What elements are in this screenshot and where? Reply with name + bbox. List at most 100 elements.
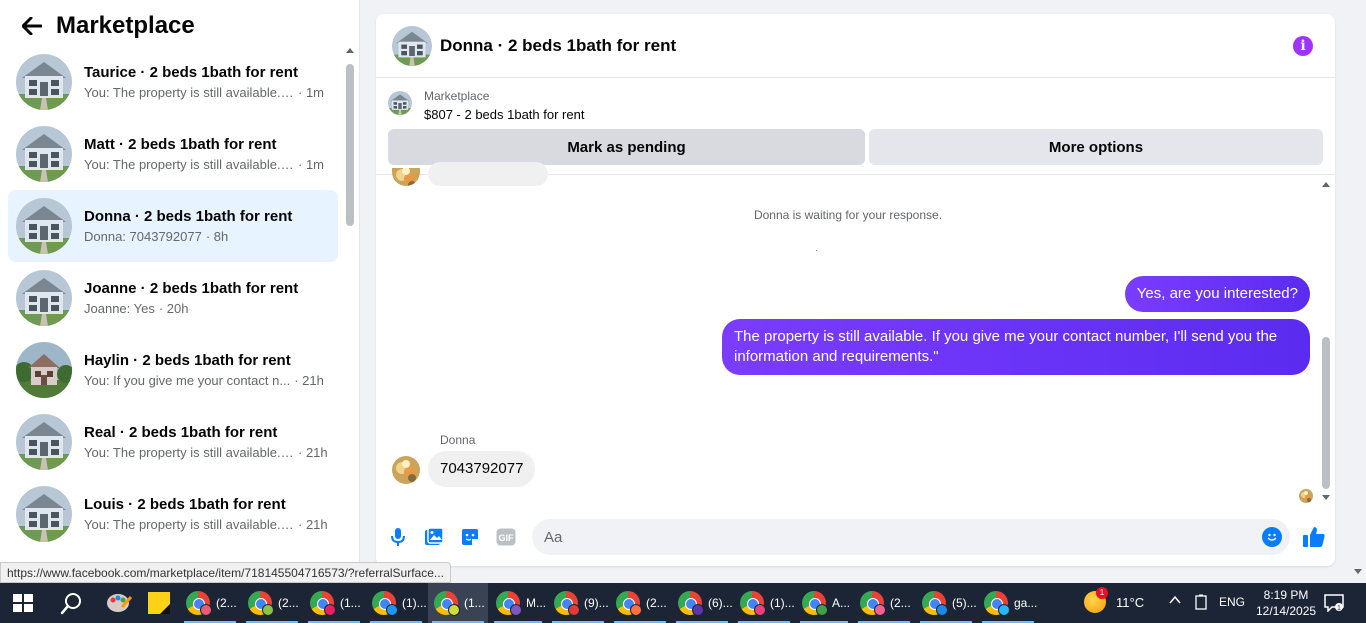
conversation-item[interactable]: Donna · 2 beds 1bath for rent Donna: 7043…	[8, 190, 338, 262]
taskbar-chrome-window[interactable]: ga...	[978, 583, 1038, 623]
profile-badge-icon	[200, 604, 212, 616]
taskbar-chrome-window[interactable]: M...	[490, 583, 546, 623]
taskbar-chrome-window[interactable]: (5)...	[916, 583, 977, 623]
taskbar-chrome-window[interactable]: (1)...	[734, 583, 795, 623]
notification-icon[interactable]: 1	[1324, 594, 1344, 613]
outgoing-message[interactable]: Yes, are you interested?	[1124, 276, 1310, 312]
scrollbar-thumb[interactable]	[346, 64, 354, 226]
conversation-name: Joanne · 2 beds 1bath for rent	[84, 280, 299, 297]
info-icon[interactable]: i	[1293, 36, 1313, 56]
listing-price-title[interactable]: $807 - 2 beds 1bath for rent	[424, 107, 584, 122]
snippet-time: · 1m	[298, 85, 324, 100]
conversation-item[interactable]: Louis · 2 beds 1bath for rent You: The pr…	[8, 478, 338, 550]
taskbar-chrome-window[interactable]: (2...	[242, 583, 302, 623]
conversation-text: Louis · 2 beds 1bath for rent You: The pr…	[84, 496, 334, 532]
back-arrow-icon[interactable]	[20, 14, 44, 38]
taskbar-chrome-window[interactable]: A...	[796, 583, 852, 623]
divider-dot	[816, 250, 817, 251]
chat-panel: Donna · 2 beds 1bath for rent i Marketpl…	[376, 14, 1335, 566]
taskbar-chrome-window[interactable]: (1)...	[366, 583, 427, 623]
sticker-icon[interactable]	[460, 527, 480, 547]
photo-icon[interactable]	[424, 527, 444, 547]
conversation-item[interactable]: Haylin · 2 beds 1bath for rent You: If yo…	[8, 334, 338, 406]
taskbar-chrome-window[interactable]: (1...	[304, 583, 364, 623]
task-label: (2...	[890, 596, 911, 610]
search-icon[interactable]	[60, 592, 84, 616]
snippet-text: You: The property is still available. ..…	[84, 517, 294, 532]
snippet-time: · 8h	[205, 229, 229, 244]
gif-icon[interactable]: GIF	[496, 527, 516, 547]
conversation-text: Joanne · 2 beds 1bath for rent Joanne: Ye…	[84, 280, 334, 316]
emoji-icon[interactable]	[1262, 527, 1282, 547]
message-input[interactable]	[532, 519, 1290, 555]
weather-widget[interactable]: 1 11°C	[1084, 587, 1145, 613]
conversation-name: Donna · 2 beds 1bath for rent	[84, 208, 293, 225]
listing-thumbnail[interactable]	[388, 91, 412, 115]
conversation-snippet: You: The property is still available. I.…	[84, 85, 334, 100]
scroll-down-arrow-icon[interactable]	[1322, 495, 1330, 500]
sticky-notes-icon[interactable]	[144, 589, 174, 617]
sidebar-scrollbar[interactable]	[345, 48, 355, 578]
conversation-avatar	[16, 198, 72, 254]
chevron-up-icon[interactable]	[1168, 593, 1182, 610]
taskbar-chrome-window[interactable]: (2...	[180, 583, 240, 623]
page-scroll-down-arrow-icon[interactable]	[1354, 569, 1362, 574]
conversation-list: Taurice · 2 beds 1bath for rent You: The …	[8, 46, 338, 550]
taskbar-chrome-window[interactable]: (2...	[854, 583, 914, 623]
task-label: (2...	[216, 596, 237, 610]
conversation-snippet: Donna: 7043792077 · 8h	[84, 229, 334, 244]
message-composer: GIF	[376, 516, 1335, 558]
taskbar-chrome-window[interactable]: (1...	[428, 583, 488, 623]
conversation-snippet: You: The property is still available. I.…	[84, 157, 334, 172]
waiting-notice: Donna is waiting for your response.	[753, 208, 943, 222]
windows-start-icon[interactable]	[13, 594, 33, 612]
system-clock[interactable]: 8:19 PM 12/14/2025	[1256, 587, 1316, 619]
profile-badge-icon	[998, 604, 1010, 616]
chat-title[interactable]: Donna · 2 beds 1bath for rent	[440, 36, 676, 56]
taskbar-chrome-window[interactable]: (2...	[610, 583, 670, 623]
conversation-name: Louis · 2 beds 1bath for rent	[84, 496, 286, 513]
taskbar-chrome-window[interactable]: (9)...	[548, 583, 609, 623]
sender-avatar[interactable]	[392, 456, 420, 484]
incoming-message[interactable]: 7043792077	[428, 451, 536, 487]
outgoing-message[interactable]: The property is still available. If you …	[722, 319, 1310, 375]
task-label: (1)...	[770, 596, 795, 610]
task-label: A...	[832, 596, 851, 610]
profile-badge-icon	[874, 604, 886, 616]
conversation-snippet: Joanne: Yes · 20h	[84, 301, 334, 316]
paint-app-icon[interactable]	[104, 589, 134, 617]
profile-badge-icon	[692, 604, 704, 616]
language-indicator[interactable]: ENG	[1219, 595, 1245, 609]
task-label: (1...	[340, 596, 361, 610]
taskbar-chrome-window[interactable]: (6)...	[672, 583, 733, 623]
microphone-icon[interactable]	[388, 527, 408, 547]
conversation-text: Taurice · 2 beds 1bath for rent You: The …	[84, 64, 334, 100]
snippet-text: You: The property is still available. ..…	[84, 445, 294, 460]
temperature: 11°C	[1116, 594, 1145, 610]
message-scrollbar[interactable]	[1320, 179, 1332, 504]
conversation-item[interactable]: Joanne · 2 beds 1bath for rent Joanne: Ye…	[8, 262, 338, 334]
sender-avatar	[392, 168, 420, 186]
scroll-up-arrow-icon[interactable]	[1322, 182, 1330, 187]
scroll-up-arrow-icon[interactable]	[346, 48, 354, 53]
thumbs-up-icon[interactable]	[1302, 525, 1326, 549]
scrollbar-thumb[interactable]	[1322, 337, 1330, 489]
conversation-item[interactable]: Matt · 2 beds 1bath for rent You: The pro…	[8, 118, 338, 190]
battery-icon[interactable]	[1194, 594, 1208, 613]
conversation-avatar	[16, 342, 72, 398]
snippet-text: Joanne: Yes	[84, 301, 155, 316]
clock-date: 12/14/2025	[1256, 604, 1317, 618]
conversation-avatar	[16, 126, 72, 182]
chat-avatar[interactable]	[392, 25, 432, 66]
conversation-avatar	[16, 270, 72, 326]
snippet-text: You: The property is still available. I.…	[84, 157, 294, 172]
mark-as-pending-button[interactable]: Mark as pending	[388, 129, 865, 165]
conversation-item[interactable]: Taurice · 2 beds 1bath for rent You: The …	[8, 46, 338, 118]
more-options-button[interactable]: More options	[869, 129, 1323, 165]
conversation-text: Matt · 2 beds 1bath for rent You: The pro…	[84, 136, 334, 172]
task-label: (6)...	[708, 596, 733, 610]
profile-badge-icon	[324, 604, 336, 616]
conversation-text: Donna · 2 beds 1bath for rent Donna: 7043…	[84, 208, 334, 244]
conversation-item[interactable]: Real · 2 beds 1bath for rent You: The pro…	[8, 406, 338, 478]
snippet-time: · 21h	[294, 373, 324, 388]
